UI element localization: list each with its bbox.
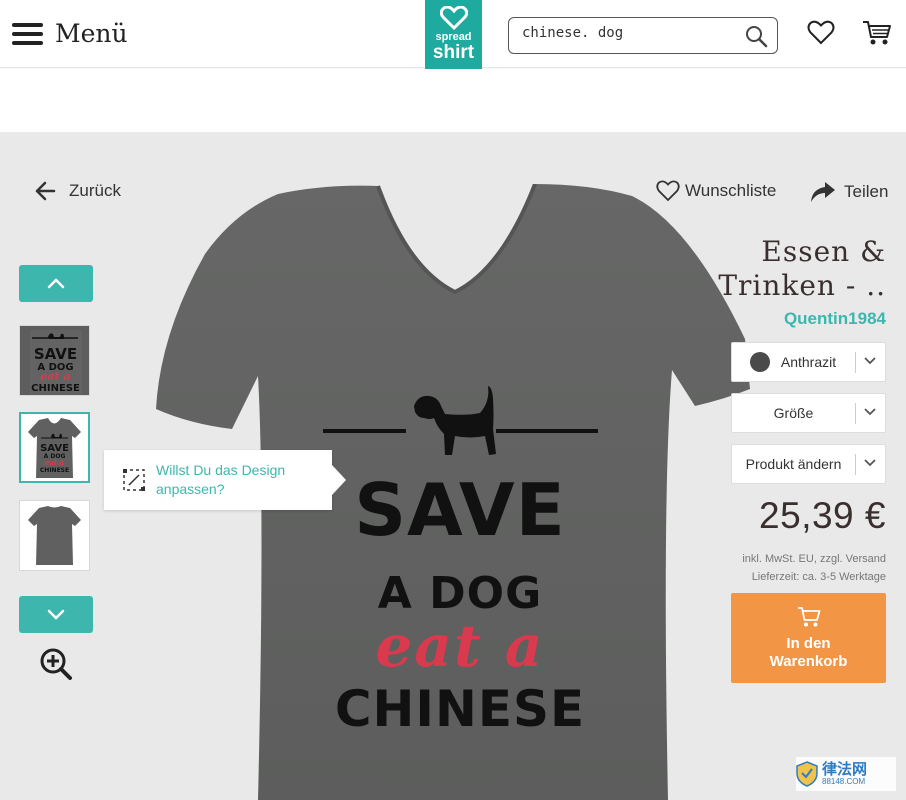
- vat-note: inkl. MwSt. EU, zzgl. Versand: [742, 553, 886, 565]
- menu-label: Menü: [55, 19, 128, 48]
- share-link[interactable]: Teilen: [810, 181, 888, 203]
- arrow-left-icon: [35, 181, 56, 201]
- select-divider: [855, 403, 856, 424]
- size-select[interactable]: Größe: [731, 393, 886, 433]
- thumbnail-back-image: [28, 506, 81, 565]
- chevron-down-icon: [47, 609, 65, 620]
- logo-text-shirt: shirt: [432, 42, 475, 63]
- watermark-subtext: 88148.COM: [822, 777, 866, 786]
- change-product-select[interactable]: Produkt ändern: [731, 444, 886, 484]
- select-divider: [855, 454, 856, 475]
- shield-icon: [796, 761, 818, 787]
- cart-icon[interactable]: [862, 19, 892, 47]
- color-select[interactable]: Anthrazit: [731, 342, 886, 382]
- tooltip-text: Willst Du das Design anpassen?: [156, 462, 286, 497]
- site-header: Menü spread shirt: [0, 0, 906, 70]
- back-link[interactable]: Zurück: [34, 180, 121, 202]
- thumbnail-front-image: SAVE A DOG eat a CHINESE: [28, 418, 81, 478]
- menu-button[interactable]: Menü: [12, 20, 128, 48]
- design-text-eat-a: eat a: [375, 612, 545, 680]
- design-text-save: SAVE: [354, 468, 566, 552]
- heart-logo-icon: [439, 6, 468, 30]
- header-spacer: [0, 69, 906, 132]
- edit-design-icon: [123, 469, 145, 491]
- chevron-up-icon: [47, 278, 65, 289]
- product-title: Essen & Trinken - ..: [718, 235, 886, 302]
- delivery-time: Lieferzeit: ca. 3-5 Werktage: [751, 571, 886, 583]
- svg-text:eat a: eat a: [45, 458, 65, 467]
- watermark-text: 律法网: [822, 761, 868, 778]
- change-product-label: Produkt ändern: [745, 456, 842, 472]
- chevron-down-icon: [864, 459, 876, 467]
- thumbnail-back[interactable]: [19, 500, 90, 571]
- thumb-design-eat-a: eat a: [40, 370, 70, 383]
- add-to-cart-button[interactable]: In den Warenkorb: [731, 593, 886, 683]
- select-divider: [855, 352, 856, 373]
- search-box: [508, 17, 778, 54]
- thumb-design-chinese: CHINESE: [31, 383, 80, 394]
- spreadshirt-logo[interactable]: spread shirt: [425, 0, 482, 70]
- size-select-label: Größe: [773, 405, 814, 421]
- hamburger-icon: [12, 23, 43, 45]
- chevron-down-icon: [864, 408, 876, 416]
- svg-text:CHINESE: CHINESE: [40, 467, 69, 474]
- thumbnail-design[interactable]: SAVE A DOG eat a CHINESE: [19, 325, 90, 396]
- chevron-down-icon: [864, 357, 876, 365]
- watermark: 律法网 88148.COM: [796, 757, 896, 791]
- search-icon[interactable]: [744, 24, 768, 48]
- wishlist-heart-icon[interactable]: [807, 20, 835, 46]
- thumbnail-scroll-down-button[interactable]: [19, 596, 93, 633]
- thumbnail-scroll-up-button[interactable]: [19, 265, 93, 302]
- zoom-in-icon[interactable]: [39, 647, 73, 681]
- thumbnail-front[interactable]: SAVE A DOG eat a CHINESE: [19, 412, 90, 483]
- share-arrow-icon: [811, 182, 835, 202]
- product-price: 25,39 €: [759, 495, 886, 536]
- back-label: Zurück: [69, 181, 121, 200]
- customize-design-tooltip[interactable]: Willst Du das Design anpassen?: [104, 450, 346, 510]
- product-stage: Zurück Wunschliste Teilen SAVE A DOG eat…: [0, 132, 906, 800]
- search-input[interactable]: [522, 25, 732, 41]
- design-text-chinese: CHINESE: [334, 680, 586, 738]
- price-info: inkl. MwSt. EU, zzgl. Versand Lieferzeit…: [742, 550, 886, 586]
- share-label: Teilen: [844, 182, 889, 201]
- designer-link[interactable]: Quentin1984: [784, 309, 886, 329]
- add-to-cart-label: In den Warenkorb: [769, 635, 848, 670]
- thumbnail-design-image: SAVE A DOG eat a CHINESE: [20, 326, 89, 395]
- cart-icon: [798, 607, 821, 627]
- thumb-design-save: SAVE: [34, 345, 77, 363]
- color-select-label: Anthrazit: [780, 354, 837, 370]
